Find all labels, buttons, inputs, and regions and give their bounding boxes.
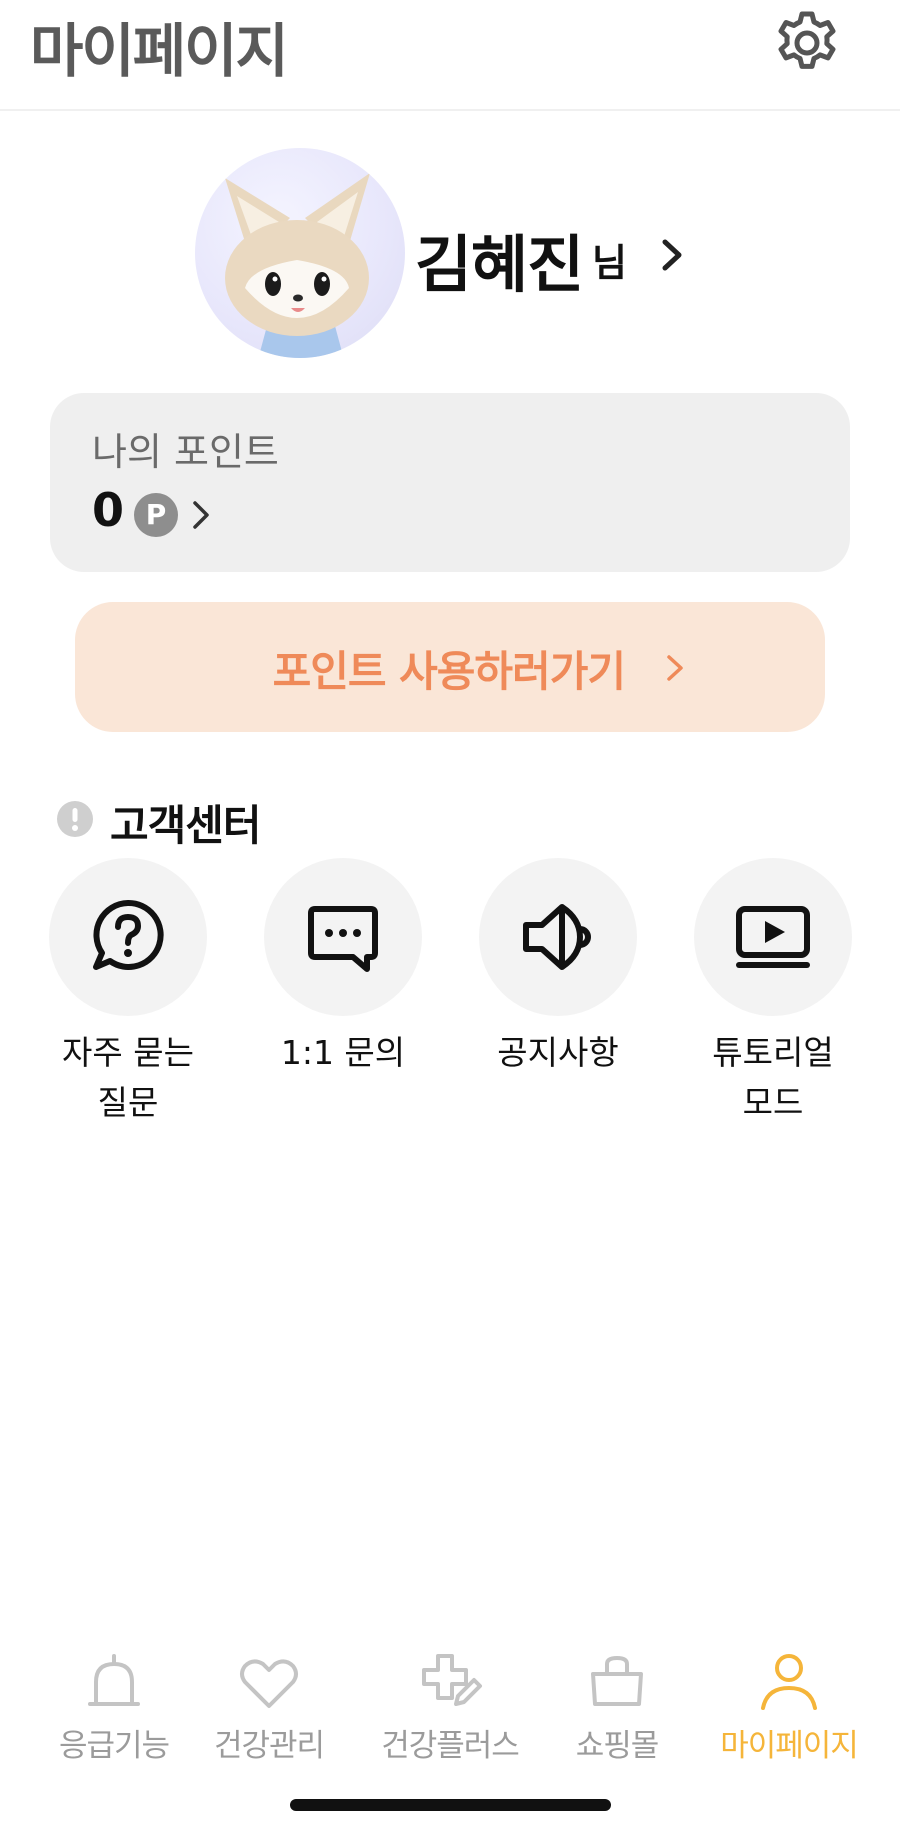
profile-section[interactable]: 김혜진 님 (195, 148, 715, 358)
emergency-bell-icon (88, 1654, 140, 1706)
chevron-right-icon[interactable] (190, 495, 212, 535)
person-icon (761, 1654, 817, 1710)
plus-pencil-icon (422, 1654, 482, 1706)
header: 마이페이지 (0, 0, 900, 111)
exclamation-icon (57, 801, 93, 837)
notice-label: 공지사항 (497, 1033, 619, 1072)
tab-label: 마이페이지 (720, 1728, 859, 1764)
chevron-right-icon (667, 655, 683, 681)
tutorial-button[interactable] (694, 858, 852, 1016)
use-points-label: 포인트 사용하러가기 (272, 647, 626, 696)
tab-shopping-mall[interactable]: 쇼핑몰 (532, 1640, 702, 1764)
section-title: 고객센터 (110, 801, 262, 850)
points-badge: P (134, 493, 178, 537)
chevron-right-icon[interactable] (655, 230, 691, 280)
bottom-tab-bar: 응급기능 건강관리 건강플러스 쇼핑몰 마이페이지 (0, 1640, 900, 1764)
heart-icon (240, 1659, 298, 1708)
tab-my-page[interactable]: 마이페이지 (704, 1640, 874, 1764)
points-label: 나의 포인트 (92, 430, 279, 474)
question-bubble-icon (93, 899, 164, 970)
notice-button[interactable] (479, 858, 637, 1016)
tutorial-label: 튜토리얼 모드 (712, 1033, 834, 1122)
avatar[interactable] (195, 148, 405, 358)
home-indicator (290, 1799, 611, 1811)
customer-center-header: 고객센터 (56, 792, 356, 850)
faq-label: 자주 묻는 질문 (62, 1033, 194, 1122)
tab-emergency[interactable]: 응급기능 (29, 1640, 199, 1764)
page-title: 마이페이지 (30, 17, 289, 85)
megaphone-icon (523, 904, 591, 970)
user-name-suffix: 님 (592, 241, 627, 285)
points-card[interactable]: 나의 포인트 0 P (50, 393, 850, 572)
tab-health-plus[interactable]: 건강플러스 (365, 1640, 535, 1764)
tab-label: 건강관리 (213, 1728, 325, 1764)
tab-label: 쇼핑몰 (575, 1728, 660, 1764)
shopping-bag-icon (591, 1655, 643, 1706)
inquiry-label: 1:1 문의 (280, 1033, 406, 1072)
points-value: 0 (92, 483, 125, 537)
faq-button[interactable] (49, 858, 207, 1016)
tab-label: 건강플러스 (381, 1728, 520, 1764)
inquiry-button[interactable] (264, 858, 422, 1016)
fox-character-avatar (225, 173, 370, 358)
tab-health-care[interactable]: 건강관리 (184, 1640, 354, 1764)
chat-bubble-icon (308, 906, 378, 972)
video-play-icon (736, 906, 810, 968)
use-points-button[interactable]: 포인트 사용하러가기 (75, 602, 825, 732)
settings-button[interactable] (772, 8, 842, 78)
tab-label: 응급기능 (58, 1728, 170, 1764)
gear-icon (778, 11, 836, 69)
user-name[interactable]: 김혜진 (415, 214, 584, 304)
